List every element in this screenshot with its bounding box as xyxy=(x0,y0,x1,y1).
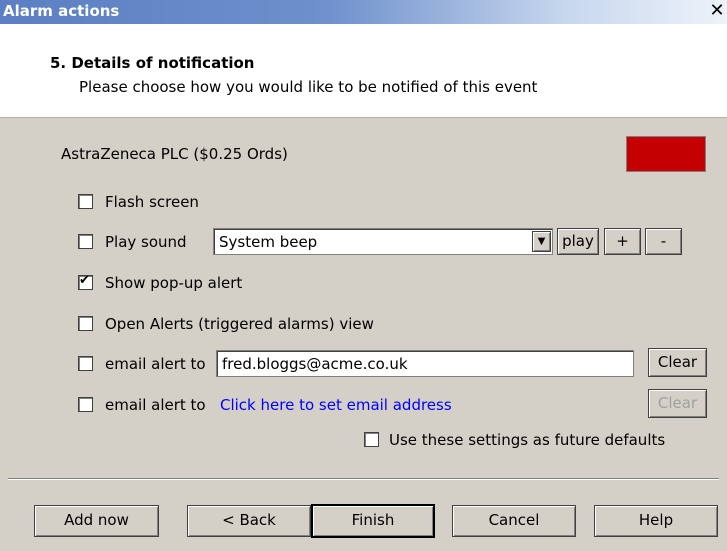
email-alert-1-checkbox[interactable] xyxy=(78,356,93,371)
email-alert-2-checkbox[interactable] xyxy=(78,397,93,412)
flash-screen-checkbox[interactable] xyxy=(78,194,93,209)
cancel-button[interactable]: Cancel xyxy=(452,505,576,537)
add-now-button[interactable]: Add now xyxy=(34,505,159,537)
step-description: Please choose how you would like to be n… xyxy=(79,78,538,96)
window-title: Alarm actions xyxy=(3,2,120,20)
email-field-1-value: fred.bloggs@acme.co.uk xyxy=(222,355,408,373)
finish-button[interactable]: Finish xyxy=(311,504,435,538)
sound-select[interactable]: System beep ▼ xyxy=(213,228,553,255)
sound-select-value: System beep xyxy=(219,233,318,251)
step-heading: 5. Details of notification xyxy=(50,54,255,72)
future-defaults-checkbox[interactable] xyxy=(364,432,379,447)
help-button[interactable]: Help xyxy=(594,505,718,537)
set-email-link[interactable]: Click here to set email address xyxy=(220,396,452,414)
email-field-1[interactable]: fred.bloggs@acme.co.uk xyxy=(216,350,634,377)
future-defaults-label: Use these settings as future defaults xyxy=(389,431,666,449)
email-alert-1-label: email alert to xyxy=(105,355,206,373)
clear-email-1-button[interactable]: Clear xyxy=(648,348,707,377)
popup-alert-checkbox[interactable] xyxy=(78,273,93,290)
volume-up-button[interactable]: + xyxy=(604,228,641,255)
open-alerts-checkbox[interactable] xyxy=(78,316,93,331)
volume-down-button[interactable]: - xyxy=(645,228,682,255)
wizard-header: 5. Details of notification Please choose… xyxy=(0,24,727,118)
open-alerts-label: Open Alerts (triggered alarms) view xyxy=(105,315,374,333)
play-sound-label: Play sound xyxy=(105,233,187,251)
email-alert-2-label: email alert to xyxy=(105,396,206,414)
clear-email-2-button: Clear xyxy=(648,389,707,418)
flash-screen-label: Flash screen xyxy=(105,193,199,211)
close-icon[interactable]: ✕ xyxy=(707,1,727,22)
footer-divider xyxy=(8,478,719,480)
play-button[interactable]: play xyxy=(557,228,599,255)
play-sound-checkbox[interactable] xyxy=(78,234,93,249)
alert-color-swatch[interactable] xyxy=(626,136,706,172)
chevron-down-icon[interactable]: ▼ xyxy=(532,231,551,252)
instrument-name: AstraZeneca PLC ($0.25 Ords) xyxy=(61,145,288,163)
popup-alert-label: Show pop-up alert xyxy=(105,274,243,292)
title-bar: Alarm actions ✕ xyxy=(0,0,727,24)
back-button[interactable]: < Back xyxy=(187,505,311,537)
